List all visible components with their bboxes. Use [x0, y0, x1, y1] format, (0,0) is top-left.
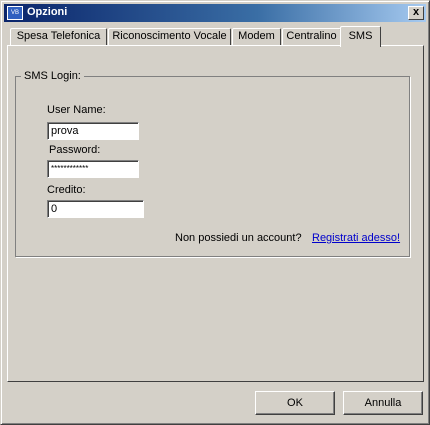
- username-input[interactable]: prova: [47, 122, 139, 140]
- password-label: Password:: [49, 144, 101, 156]
- window-title: Opzioni: [27, 6, 68, 18]
- tab-spesa-telefonica[interactable]: Spesa Telefonica: [10, 28, 107, 45]
- close-button[interactable]: x: [408, 6, 424, 20]
- username-label: User Name:: [47, 104, 106, 116]
- credit-input[interactable]: 0: [47, 200, 144, 218]
- title-bar[interactable]: VB Opzioni x: [4, 4, 426, 22]
- options-dialog: VB Opzioni x Spesa Telefonica Riconoscim…: [0, 0, 430, 425]
- tab-modem[interactable]: Modem: [232, 28, 281, 45]
- app-icon: VB: [7, 6, 23, 20]
- register-link[interactable]: Registrati adesso!: [312, 232, 400, 244]
- no-account-text: Non possiedi un account?: [175, 232, 302, 244]
- sms-login-group-title: SMS Login:: [21, 70, 84, 82]
- sms-tab-panel: SMS Login: User Name: prova Password: **…: [7, 45, 424, 382]
- password-input[interactable]: ************: [47, 160, 139, 178]
- tab-riconoscimento-vocale[interactable]: Riconoscimento Vocale: [108, 28, 231, 45]
- cancel-button[interactable]: Annulla: [343, 391, 423, 415]
- ok-button[interactable]: OK: [255, 391, 335, 415]
- credit-label: Credito:: [47, 184, 86, 196]
- tab-centralino[interactable]: Centralino: [282, 28, 341, 45]
- tab-sms[interactable]: SMS: [340, 26, 381, 47]
- sms-login-group: SMS Login: User Name: prova Password: **…: [15, 70, 410, 257]
